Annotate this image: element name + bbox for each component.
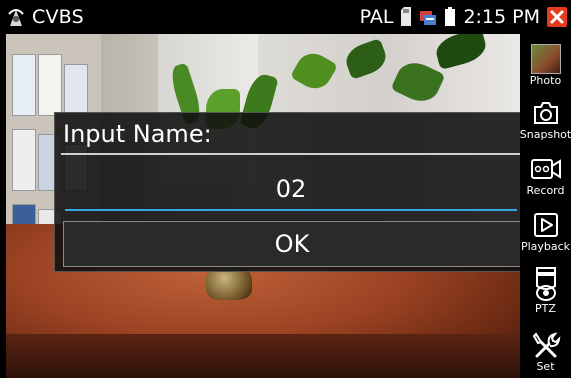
video-camera-icon (530, 159, 561, 179)
sidebar-item-label: Record (526, 184, 565, 197)
sd-card-icon (401, 7, 412, 26)
status-bar-left: CVBS (6, 5, 84, 29)
sidebar-item-snapshot[interactable]: Snapshot (520, 98, 571, 141)
close-icon (550, 10, 564, 24)
play-icon (533, 213, 558, 237)
battery-icon (445, 7, 456, 26)
sidebar-item-record[interactable]: Record (520, 154, 571, 197)
ok-button[interactable]: OK (63, 221, 521, 267)
sidebar-item-set[interactable]: Set (520, 330, 571, 373)
dialog-divider (61, 153, 521, 155)
status-bar: CVBS PAL 2:15 PM (0, 0, 571, 34)
sidebar-item-ptz[interactable]: PTZ (520, 266, 571, 315)
dome-camera-icon (535, 267, 556, 301)
name-input[interactable] (65, 169, 517, 211)
sidebar-item-photo[interactable]: Photo (520, 44, 571, 87)
dialog-title: Input Name: (63, 120, 212, 148)
sidebar: Photo Snapshot Record Playback PTZ Set (520, 34, 571, 378)
photo-thumbnail-icon (530, 44, 561, 74)
sidebar-item-label: Playback (520, 240, 571, 253)
status-bar-right: PAL 2:15 PM (360, 5, 567, 29)
app-title: CVBS (32, 6, 84, 28)
sidebar-item-label: Snapshot (519, 128, 571, 141)
sidebar-item-playback[interactable]: Playback (520, 210, 571, 253)
video-table-edge (6, 334, 520, 378)
sidebar-item-label: PTZ (535, 302, 556, 315)
video-format-label: PAL (359, 6, 394, 28)
app-icon (8, 9, 24, 26)
camera-icon (533, 102, 558, 124)
sidebar-item-label: Photo (529, 74, 562, 87)
network-icon (420, 11, 437, 25)
sidebar-item-label: Set (536, 360, 555, 373)
clock: 2:15 PM (463, 6, 540, 28)
close-button[interactable] (547, 7, 567, 27)
input-name-dialog: Input Name: OK (54, 112, 526, 272)
tools-icon (532, 332, 560, 358)
